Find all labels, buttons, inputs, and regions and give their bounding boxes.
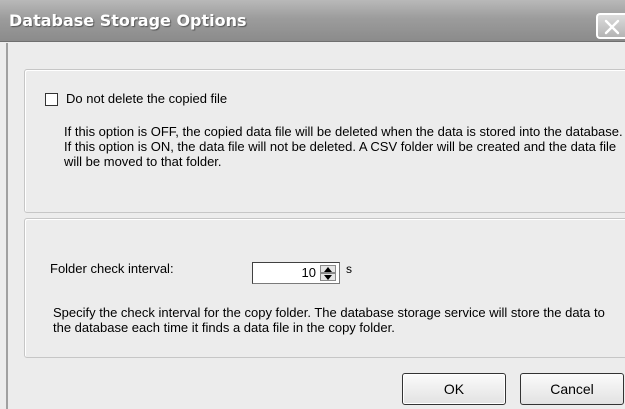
folder-check-group: Folder check interval: 10 s Specify the … (24, 218, 625, 358)
close-icon (604, 19, 620, 35)
folder-check-interval-label: Folder check interval: (50, 261, 174, 276)
spin-down-button[interactable] (320, 273, 336, 281)
ok-button[interactable]: OK (402, 373, 506, 405)
dialog-body: Do not delete the copied file If this op… (6, 43, 625, 409)
arrow-up-icon (324, 267, 332, 272)
copy-file-description: If this option is OFF, the copied data f… (64, 124, 623, 169)
title-bar[interactable]: Database Storage Options (0, 0, 625, 42)
folder-check-description: Specify the check interval for the copy … (53, 305, 605, 335)
spin-buttons (320, 265, 336, 281)
copy-file-group: Do not delete the copied file If this op… (24, 69, 625, 213)
interval-unit-label: s (346, 262, 352, 276)
folder-check-interval-value[interactable]: 10 (302, 265, 316, 280)
database-storage-options-dialog: Database Storage Options Do not delete t… (0, 0, 625, 409)
close-button[interactable] (596, 13, 625, 39)
arrow-down-icon (324, 275, 332, 280)
do-not-delete-checkbox[interactable] (45, 93, 58, 106)
folder-check-interval-stepper[interactable]: 10 (252, 262, 340, 284)
do-not-delete-label[interactable]: Do not delete the copied file (66, 91, 227, 106)
spin-up-button[interactable] (320, 265, 336, 273)
window-title: Database Storage Options (9, 11, 247, 30)
cancel-button[interactable]: Cancel (520, 373, 624, 405)
